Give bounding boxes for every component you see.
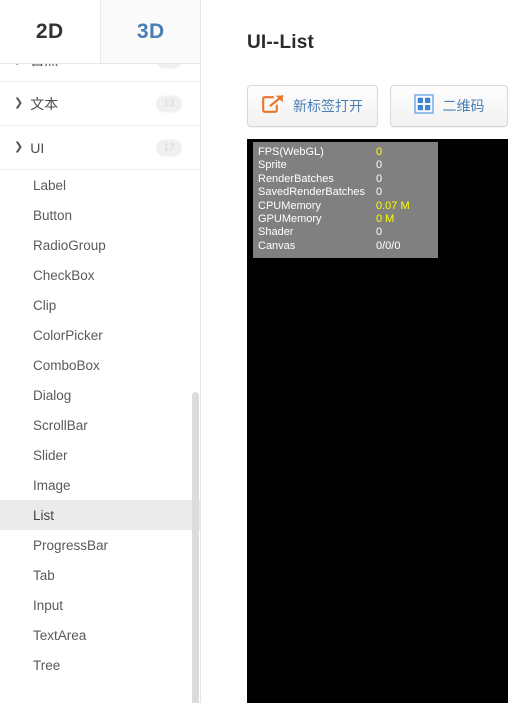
stat-key: Canvas — [258, 239, 296, 252]
qrcode-button[interactable]: 二维码 — [390, 85, 508, 127]
stat-key: CPUMemory — [258, 199, 321, 212]
stat-row: CPUMemory 0.07 M — [258, 200, 433, 213]
stat-value: 0 M — [376, 213, 395, 226]
sidebar-scrollbar-track[interactable] — [192, 170, 200, 703]
list-item-colorpicker[interactable]: ColorPicker — [0, 320, 200, 350]
preview-canvas[interactable]: FPS(WebGL) 0 Sprite 0 RenderBatches 0 Sa… — [247, 139, 508, 703]
list-item-button[interactable]: Button — [0, 200, 200, 230]
stat-value: 0.07 M — [376, 199, 410, 212]
stat-value: 0 — [376, 172, 383, 185]
stat-row: FPS(WebGL) 0 — [258, 146, 433, 159]
category-row-text[interactable]: ❯ 文本 13 — [0, 82, 200, 126]
stat-row: Sprite 0 — [258, 159, 433, 172]
stat-row: GPUMemory 0 M — [258, 213, 433, 226]
open-in-new-tab-label: 新标签打开 — [293, 98, 363, 114]
share-external-icon — [262, 94, 284, 119]
list-item-slider[interactable]: Slider — [0, 440, 200, 470]
stat-row: Shader 0 — [258, 226, 433, 239]
list-item-scrollbar[interactable]: ScrollBar — [0, 410, 200, 440]
open-in-new-tab-button[interactable]: 新标签打开 — [247, 85, 378, 127]
list-item-list[interactable]: List — [0, 500, 200, 530]
list-item-textarea[interactable]: TextArea — [0, 620, 200, 650]
category-label: UI — [30, 139, 45, 156]
stat-key: Shader — [258, 226, 294, 239]
category-row-ui[interactable]: ❯ UI 17 — [0, 126, 200, 170]
tab-3d[interactable]: 3D — [100, 0, 200, 63]
stat-value: 0 — [376, 146, 383, 158]
list-item-checkbox[interactable]: CheckBox — [0, 260, 200, 290]
toolbar: 新标签打开 二维码 — [247, 85, 508, 127]
stat-key: GPUMemory — [258, 213, 322, 226]
list-item-tab[interactable]: Tab — [0, 560, 200, 590]
stat-value: 0 — [376, 159, 383, 172]
stat-value: 0 — [376, 186, 383, 199]
stat-value: 0/0/0 — [376, 239, 401, 252]
stat-key: SavedRenderBatches — [258, 186, 366, 199]
stat-row: RenderBatches 0 — [258, 173, 433, 186]
sidebar: ❯ 自然 1 ❯ 文本 13 ❯ UI 17 Label Button Radi… — [0, 0, 201, 703]
chevron-right-icon: ❯ — [14, 97, 24, 109]
component-list[interactable]: Label Button RadioGroup CheckBox Clip Co… — [0, 170, 200, 703]
stat-row: Canvas 0/0/0 — [258, 240, 433, 253]
page-title: UI--List — [247, 32, 315, 53]
list-item-radiogroup[interactable]: RadioGroup — [0, 230, 200, 260]
stat-key: Sprite — [258, 159, 287, 172]
stat-key: RenderBatches — [258, 172, 334, 185]
category-badge: 17 — [156, 139, 182, 156]
stat-key: FPS(WebGL) — [258, 146, 324, 158]
list-item-image[interactable]: Image — [0, 470, 200, 500]
category-label: 文本 — [30, 95, 59, 112]
main-content: UI--List 新标签打开 二维码 FPS(WebGL) 0 Sprite 0… — [201, 0, 508, 703]
list-item-clip[interactable]: Clip — [0, 290, 200, 320]
tab-2d[interactable]: 2D — [0, 0, 101, 63]
sidebar-scrollbar-thumb[interactable] — [192, 392, 199, 703]
stats-overlay: FPS(WebGL) 0 Sprite 0 RenderBatches 0 Sa… — [253, 142, 438, 259]
list-item-input[interactable]: Input — [0, 590, 200, 620]
stat-value: 0 — [376, 226, 383, 239]
list-item-progressbar[interactable]: ProgressBar — [0, 530, 200, 560]
stat-row: SavedRenderBatches 0 — [258, 186, 433, 199]
tab-bar: 2D 3D — [0, 0, 200, 64]
list-item-combobox[interactable]: ComboBox — [0, 350, 200, 380]
list-item-dialog[interactable]: Dialog — [0, 380, 200, 410]
list-item-label[interactable]: Label — [0, 170, 200, 200]
qrcode-label: 二维码 — [442, 98, 485, 114]
list-item-tree[interactable]: Tree — [0, 650, 200, 680]
chevron-right-icon: ❯ — [14, 141, 24, 153]
category-badge: 13 — [156, 95, 182, 112]
app-root: ❯ 自然 1 ❯ 文本 13 ❯ UI 17 Label Button Radi… — [0, 0, 508, 703]
qrcode-icon — [413, 93, 434, 119]
